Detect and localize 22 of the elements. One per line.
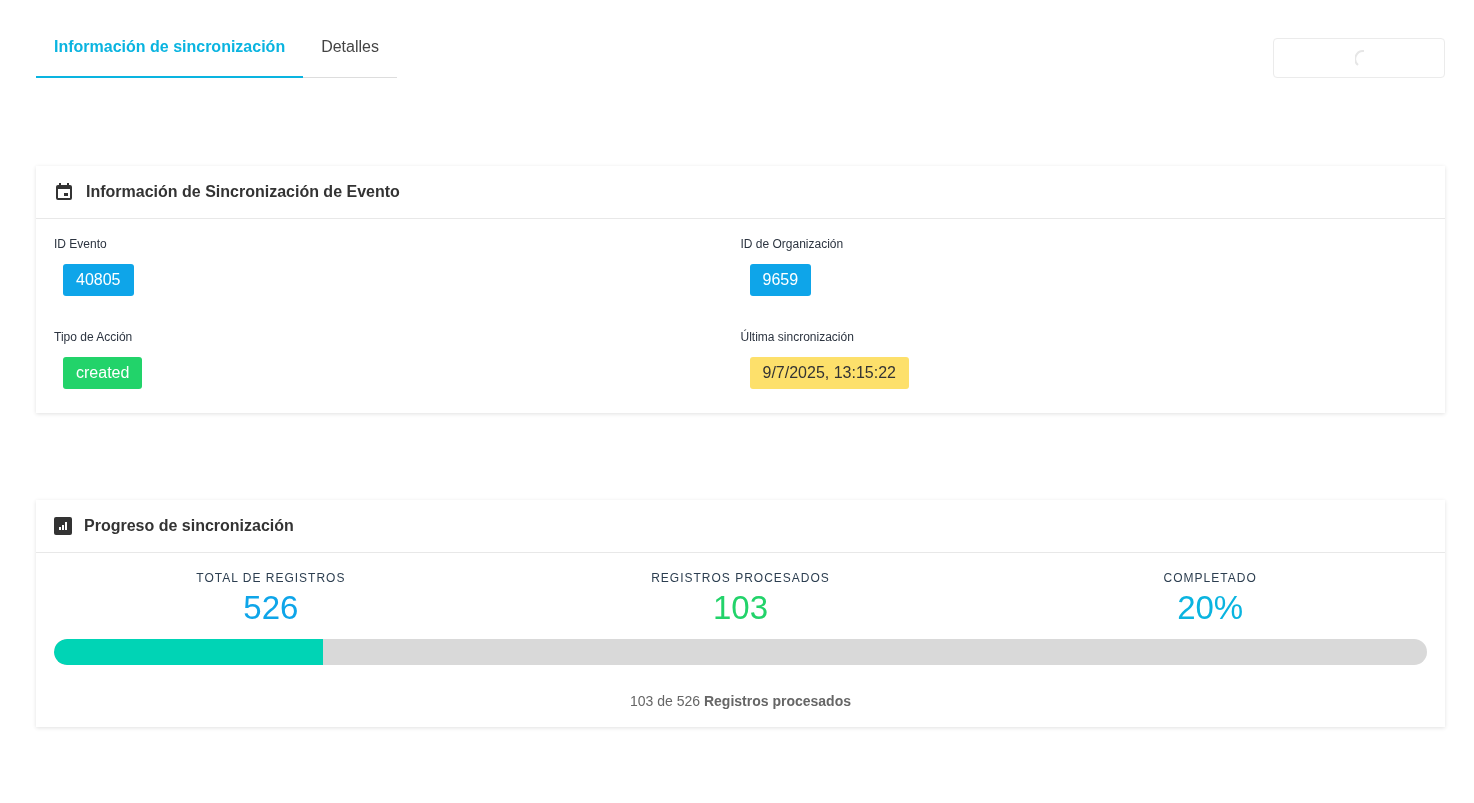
stat-value: 20%: [1177, 589, 1244, 627]
card-title: Información de Sincronización de Evento: [86, 183, 400, 201]
calendar-icon: [54, 182, 74, 202]
card-title: Progreso de sincronización: [84, 517, 294, 535]
field-label: Última sincronización: [740, 330, 854, 344]
field-value-badge: 40805: [63, 264, 134, 296]
bar-chart-icon: [54, 517, 72, 535]
field-value-badge: 9/7/2025, 13:15:22: [749, 357, 909, 389]
field-label: ID Evento: [54, 237, 107, 251]
field-label: ID de Organización: [740, 237, 844, 251]
field-value-badge: 9659: [749, 264, 812, 296]
spinner-icon: [1354, 50, 1364, 66]
tab[interactable]: Detalles: [303, 30, 397, 78]
stat-value: 526: [243, 589, 299, 627]
stat-label: COMPLETADO: [1163, 571, 1257, 585]
loading-button[interactable]: [1273, 38, 1445, 78]
progress-summary: 103 de 526 Registros procesados: [630, 693, 851, 709]
stat-label: REGISTROS PROCESADOS: [651, 571, 830, 585]
field-label: Tipo de Acción: [54, 330, 133, 344]
stat-label: TOTAL DE REGISTROS: [196, 571, 346, 585]
stat-value: 103: [712, 589, 769, 627]
field-value-badge: created: [63, 357, 143, 389]
